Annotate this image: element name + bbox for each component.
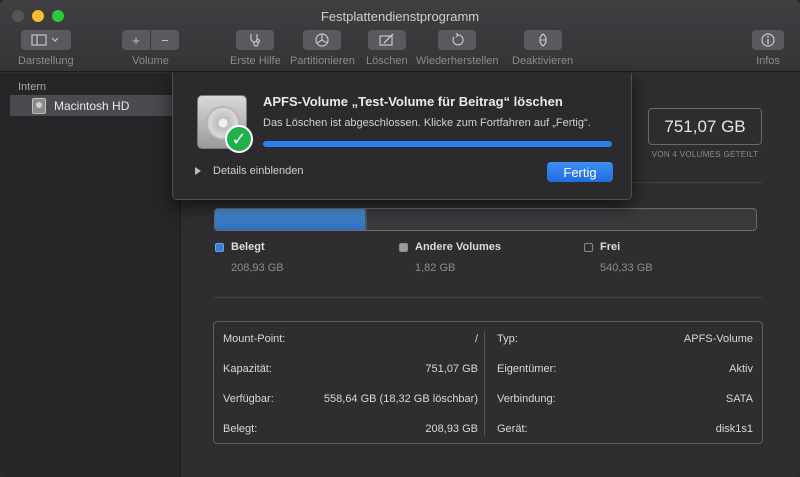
sidebar-section-internal: Intern [18, 81, 47, 93]
usage-bar [214, 208, 757, 231]
divider [214, 297, 762, 298]
first-aid-group: Erste Hilfe [230, 30, 281, 67]
restore-arrow-icon [452, 33, 464, 46]
sidebar-item-label: Macintosh HD [54, 98, 130, 113]
usage-bar-other [365, 209, 368, 230]
volume-label: Volume [132, 55, 169, 67]
info-key: Belegt: [223, 423, 258, 435]
erase-icon [379, 33, 394, 46]
progress-bar-fill [263, 141, 612, 147]
info-icon [761, 33, 775, 47]
details-disclosure[interactable]: Details einblenden [195, 165, 304, 177]
info-row-capacity: Kapazität: 751,07 GB [223, 354, 478, 384]
plus-icon: + [132, 32, 140, 48]
legend-used: Belegt 208,93 GB [215, 241, 284, 274]
minus-icon: − [161, 32, 169, 48]
info-value: 751,07 GB [425, 363, 478, 375]
info-row-owner: Eigentümer: Aktiv [497, 354, 753, 384]
info-key: Kapazität: [223, 363, 272, 375]
sidebar: Intern Macintosh HD [0, 73, 181, 477]
info-row-mount-point: Mount-Point: / [223, 324, 478, 354]
info-value: 558,64 GB (18,32 GB löschbar) [323, 393, 478, 405]
restore-label: Wiederherstellen [416, 55, 499, 67]
info-key: Mount-Point: [223, 333, 286, 345]
info-row-type: Typ: APFS-Volume [497, 324, 753, 354]
legend-swatch-other [399, 242, 408, 252]
done-button[interactable]: Fertig [547, 162, 613, 182]
info-row-used: Belegt: 208,93 GB [223, 414, 478, 444]
stethoscope-icon [250, 34, 261, 47]
info-group: Infos [752, 30, 784, 67]
info-key: Typ: [497, 333, 518, 345]
info-value: Aktiv [729, 363, 753, 375]
info-table: Mount-Point: / Kapazität: 751,07 GB Verf… [213, 321, 763, 444]
unmount-button[interactable] [523, 30, 562, 50]
legend-value: 540,33 GB [600, 262, 653, 274]
info-separator [484, 331, 485, 436]
first-aid-button[interactable] [236, 30, 275, 50]
info-row-connection: Verbindung: SATA [497, 384, 753, 414]
legend-value: 1,82 GB [415, 262, 456, 274]
toolbar: Festplattendienstprogramm Darstellung + … [0, 0, 800, 72]
info-key: Verfügbar: [223, 393, 274, 405]
view-group: Darstellung [18, 30, 74, 67]
details-label: Details einblenden [213, 165, 304, 177]
window-title: Festplattendienstprogramm [320, 9, 480, 24]
legend-free: Frei 540,33 GB [584, 241, 653, 274]
sidebar-view-icon [31, 34, 59, 46]
restore-button[interactable] [438, 30, 477, 50]
first-aid-label: Erste Hilfe [230, 55, 281, 67]
disk-utility-window: Festplattendienstprogramm Darstellung + … [0, 0, 800, 477]
unmount-label: Deaktivieren [512, 55, 574, 67]
info-value: SATA [725, 393, 753, 405]
capacity-value: 751,07 GB [648, 108, 762, 145]
sidebar-item-macintosh-hd[interactable]: Macintosh HD [10, 95, 180, 116]
restore-group: Wiederherstellen [416, 30, 499, 67]
partition-group: Partitionieren [290, 30, 355, 67]
erase-button[interactable] [367, 30, 406, 50]
usage-bar-used [215, 209, 366, 230]
pie-chart-icon [315, 33, 330, 47]
info-row-device: Gerät: disk1s1 [497, 414, 753, 444]
info-label: Infos [756, 55, 780, 67]
hard-drive-icon: ✓ [197, 95, 253, 153]
checkmark-icon: ✓ [225, 125, 253, 153]
legend-swatch-used [215, 242, 224, 252]
legend-name: Andere Volumes [415, 241, 501, 253]
info-row-available: Verfügbar: 558,64 GB (18,32 GB löschbar) [223, 384, 478, 414]
legend-value: 208,93 GB [231, 262, 284, 274]
disclosure-triangle-icon [195, 167, 201, 175]
erase-dialog: ✓ APFS-Volume „Test-Volume für Beitrag“ … [172, 73, 632, 200]
view-button[interactable] [20, 30, 71, 50]
partition-label: Partitionieren [290, 55, 355, 67]
info-value: disk1s1 [715, 423, 753, 435]
info-value: 208,93 GB [425, 423, 478, 435]
unmount-group: Deaktivieren [512, 30, 573, 67]
info-value: APFS-Volume [683, 333, 753, 345]
capacity-caption: VON 4 VOLUMES GETEILT [651, 150, 759, 159]
view-label: Darstellung [18, 55, 74, 67]
hard-disk-icon [32, 97, 46, 114]
legend-other-volumes: Andere Volumes 1,82 GB [399, 241, 501, 274]
info-key: Eigentümer: [497, 363, 557, 375]
legend-name: Frei [600, 241, 621, 253]
add-volume-button[interactable]: + [122, 30, 150, 50]
info-key: Gerät: [497, 423, 528, 435]
info-key: Verbindung: [497, 393, 556, 405]
dialog-message: Das Löschen ist abgeschlossen. Klicke zu… [263, 117, 591, 129]
unmount-icon [538, 33, 547, 47]
progress-bar [263, 141, 612, 147]
info-button[interactable] [752, 30, 784, 50]
info-value: / [474, 333, 478, 345]
remove-volume-button[interactable]: − [151, 30, 179, 50]
erase-group: Löschen [366, 30, 408, 67]
legend-swatch-free [584, 242, 593, 252]
erase-label: Löschen [366, 55, 408, 67]
legend-name: Belegt [231, 241, 265, 253]
dialog-title: APFS-Volume „Test-Volume für Beitrag“ lö… [263, 94, 563, 109]
partition-button[interactable] [303, 30, 342, 50]
volume-group: + − Volume [122, 30, 179, 67]
